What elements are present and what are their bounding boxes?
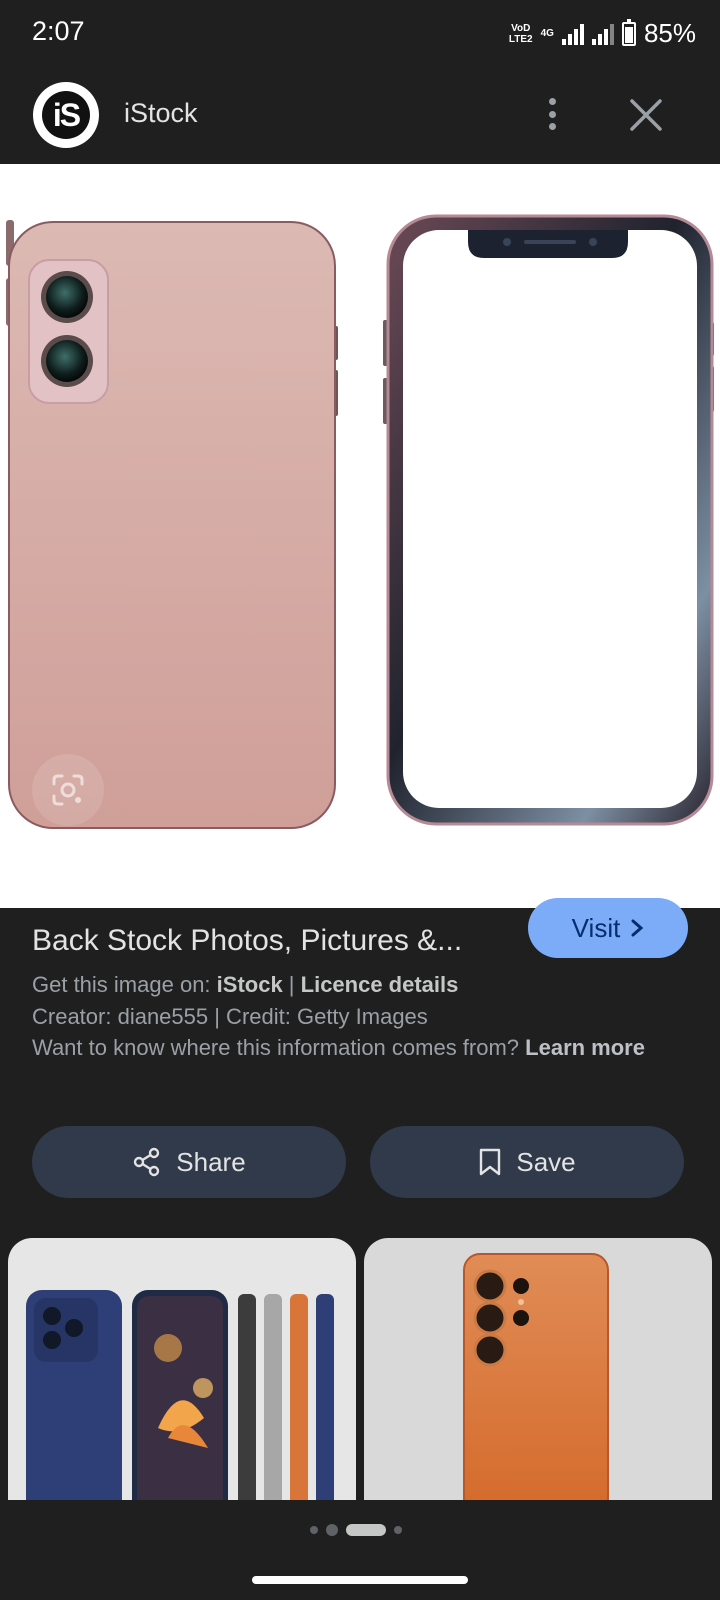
save-label: Save <box>516 1146 576 1177</box>
google-lens-icon <box>52 774 84 806</box>
page-dot <box>310 1526 318 1534</box>
bottom-bar <box>0 1500 720 1600</box>
page-dot <box>326 1524 338 1536</box>
licence-details-link[interactable]: Licence details <box>301 972 459 997</box>
google-lens-button[interactable] <box>32 754 104 826</box>
share-label: Share <box>176 1146 246 1177</box>
close-icon[interactable] <box>628 97 664 133</box>
network-volte-label: VoD LTE2 <box>508 22 533 45</box>
more-options-button[interactable] <box>535 94 569 134</box>
orange-phone-image <box>463 1253 609 1500</box>
signal-2-icon <box>591 23 614 45</box>
image-title[interactable]: Back Stock Photos, Pictures &... <box>32 924 512 958</box>
info-source-text: Want to know where this information come… <box>32 1035 645 1060</box>
related-image-card[interactable] <box>8 1238 356 1500</box>
creator-credit: Creator: diane555 | Credit: Getty Images <box>32 1004 428 1029</box>
bookmark-icon <box>480 1148 501 1176</box>
main-image[interactable] <box>0 164 720 908</box>
page-dot-active <box>346 1524 386 1536</box>
battery-icon <box>621 18 636 46</box>
image-info-panel: Back Stock Photos, Pictures &... Visit G… <box>0 898 720 1500</box>
site-name[interactable]: iStock <box>124 98 198 129</box>
page-dot <box>394 1526 402 1534</box>
home-indicator[interactable] <box>252 1576 468 1584</box>
visit-label: Visit <box>571 912 621 943</box>
phone-mockup-image <box>6 214 714 829</box>
istock-logo-icon: iS <box>42 91 90 139</box>
status-time: 2:07 <box>32 16 85 46</box>
network-type-label: 4G <box>540 28 554 39</box>
related-image-card[interactable] <box>364 1238 712 1500</box>
visit-button[interactable]: Visit <box>528 898 688 958</box>
signal-icon <box>561 23 584 45</box>
status-icons: VoD LTE2 4G 85% <box>509 18 696 49</box>
image-source-line: Get this image on: iStock | Licence deta… <box>32 972 459 997</box>
page-indicator <box>310 1524 402 1536</box>
battery-percentage: 85% <box>643 18 696 48</box>
save-button[interactable]: Save <box>370 1126 684 1198</box>
blue-phones-image <box>26 1290 334 1500</box>
share-button[interactable]: Share <box>32 1126 346 1198</box>
chevron-right-icon <box>631 919 644 937</box>
site-logo[interactable]: iS <box>33 82 99 148</box>
status-bar: 2:07 VoD LTE2 4G 85% <box>0 0 720 64</box>
learn-more-link[interactable]: Learn more <box>525 1035 645 1060</box>
more-vert-icon <box>548 98 556 105</box>
share-icon <box>134 1147 160 1177</box>
source-link[interactable]: iStock <box>217 972 283 997</box>
viewer-header: iS iStock <box>0 64 720 164</box>
